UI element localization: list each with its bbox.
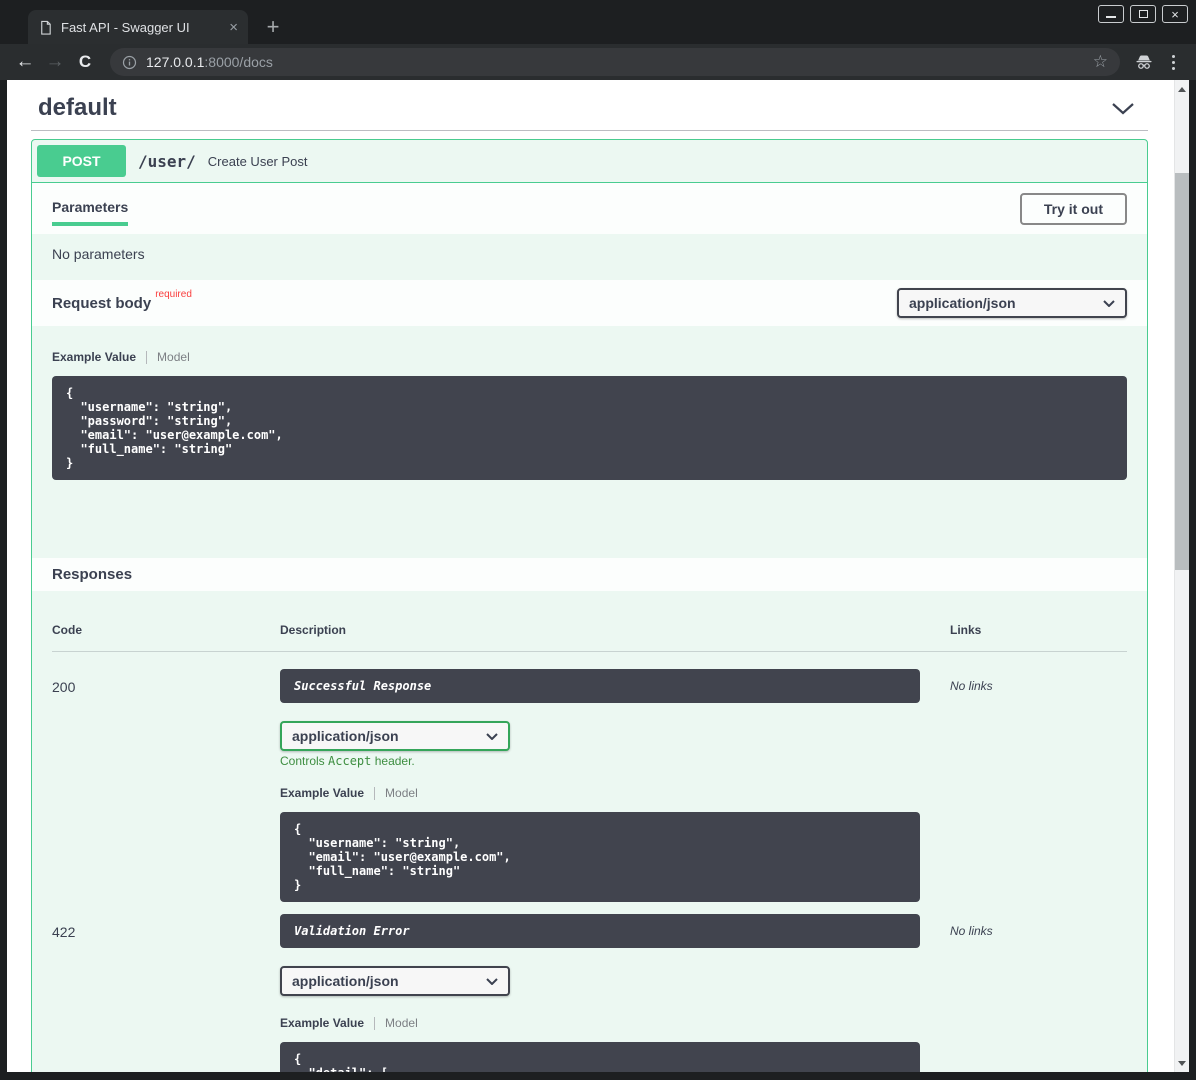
tab-example-value[interactable]: Example Value xyxy=(280,786,364,800)
response-code: 422 xyxy=(52,914,280,940)
response-example-json[interactable]: { "username": "string", "email": "user@e… xyxy=(280,812,920,902)
api-group-header[interactable]: default xyxy=(31,88,1148,130)
controls-accept-note: Controls Accept header. xyxy=(280,754,950,768)
back-icon: ← xyxy=(16,51,35,73)
no-parameters-text: No parameters xyxy=(32,234,1147,280)
scrollbar-thumb[interactable] xyxy=(1175,173,1189,570)
try-it-out-button[interactable]: Try it out xyxy=(1020,193,1127,225)
page-viewport: default POST /user/ Create User Post Par… xyxy=(7,80,1189,1072)
endpoint-summary[interactable]: POST /user/ Create User Post xyxy=(32,140,1147,183)
tab-parameters[interactable]: Parameters xyxy=(52,191,128,226)
document-icon xyxy=(38,20,53,35)
minimize-icon xyxy=(1106,16,1116,18)
browser-window: Fast API - Swagger UI × + × ← → C 127.0.… xyxy=(0,0,1196,1080)
response-description-cell: Validation Error application/json Exampl… xyxy=(280,914,950,1072)
request-body-title: Request bodyrequired xyxy=(52,294,192,312)
request-body-header: Request bodyrequired application/json xyxy=(32,280,1147,326)
request-media-type-select[interactable]: application/json xyxy=(897,288,1127,318)
reload-icon: C xyxy=(79,52,91,72)
minimize-button[interactable] xyxy=(1098,5,1124,23)
scroll-down-arrow-icon[interactable] xyxy=(1175,1056,1189,1070)
reload-button[interactable]: C xyxy=(70,47,100,77)
bookmark-star-icon[interactable]: ☆ xyxy=(1093,52,1108,72)
browser-tab[interactable]: Fast API - Swagger UI × xyxy=(28,10,248,44)
tab-example-value[interactable]: Example Value xyxy=(52,350,136,364)
url-bar[interactable]: 127.0.0.1:8000/docs ☆ xyxy=(110,48,1120,76)
responses-title: Responses xyxy=(52,566,132,583)
tab-model[interactable]: Model xyxy=(157,350,190,364)
scroll-up-arrow-icon[interactable] xyxy=(1175,82,1189,96)
request-body-content: Example Value Model { "username": "strin… xyxy=(32,326,1147,558)
tab-divider xyxy=(146,351,147,364)
response-description-cell: Successful Response application/json Con… xyxy=(280,669,950,902)
forward-icon: → xyxy=(46,51,65,73)
window-controls: × xyxy=(1098,5,1188,23)
example-model-tabs: Example Value Model xyxy=(280,1016,950,1030)
info-icon[interactable] xyxy=(122,55,137,70)
maximize-icon xyxy=(1139,10,1148,18)
parameters-header: Parameters Try it out xyxy=(32,183,1147,234)
forward-button[interactable]: → xyxy=(40,47,70,77)
tab-example-value[interactable]: Example Value xyxy=(280,1016,364,1030)
responses-table: Code Description Links 200 Successful Re… xyxy=(32,591,1147,1072)
tab-divider xyxy=(374,1017,375,1030)
response-example-json[interactable]: { "detail": [ xyxy=(280,1042,920,1072)
example-model-tabs: Example Value Model xyxy=(280,786,950,800)
page-scrollbar[interactable] xyxy=(1174,80,1189,1072)
browser-menu-button[interactable] xyxy=(1160,55,1186,70)
column-code: Code xyxy=(52,623,280,637)
close-icon: × xyxy=(1171,8,1179,21)
tab-model[interactable]: Model xyxy=(385,1016,418,1030)
response-description: Validation Error xyxy=(280,914,920,948)
response-description: Successful Response xyxy=(280,669,920,703)
response-code: 200 xyxy=(52,669,280,695)
required-badge: required xyxy=(155,289,192,300)
maximize-button[interactable] xyxy=(1130,5,1156,23)
response-row-200: 200 Successful Response application/json… xyxy=(52,652,1127,902)
response-links: No links xyxy=(950,914,1127,938)
tab-close-icon[interactable]: × xyxy=(229,20,238,35)
response-row-422: 422 Validation Error application/json xyxy=(52,902,1127,1072)
example-model-tabs: Example Value Model xyxy=(52,350,1127,364)
tab-title: Fast API - Swagger UI xyxy=(61,20,221,35)
tab-divider xyxy=(374,787,375,800)
url-text[interactable]: 127.0.0.1:8000/docs xyxy=(146,54,1093,70)
new-tab-button[interactable]: + xyxy=(258,12,288,42)
column-description: Description xyxy=(280,623,950,637)
http-method-badge: POST xyxy=(37,145,126,177)
endpoint-path: /user/ xyxy=(138,152,196,171)
chevron-down-icon xyxy=(1103,300,1115,307)
tab-model[interactable]: Model xyxy=(385,786,418,800)
api-group-title: default xyxy=(38,94,117,122)
back-button[interactable]: ← xyxy=(10,47,40,77)
responses-header: Responses xyxy=(32,558,1147,591)
chevron-down-icon[interactable] xyxy=(1110,101,1136,116)
response-media-type-select[interactable]: application/json xyxy=(280,966,510,996)
chevron-down-icon xyxy=(486,978,498,985)
group-divider xyxy=(31,130,1148,131)
endpoint-summary-text: Create User Post xyxy=(208,154,308,169)
response-media-type-select[interactable]: application/json xyxy=(280,721,510,751)
tab-strip: Fast API - Swagger UI × + × xyxy=(0,0,1196,44)
close-button[interactable]: × xyxy=(1162,5,1188,23)
chevron-down-icon xyxy=(486,733,498,740)
browser-toolbar: ← → C 127.0.0.1:8000/docs ☆ xyxy=(0,44,1196,80)
incognito-icon xyxy=(1128,52,1160,72)
response-links: No links xyxy=(950,669,1127,693)
request-body-example-json[interactable]: { "username": "string", "password": "str… xyxy=(52,376,1127,480)
column-links: Links xyxy=(950,623,1127,637)
swagger-page: default POST /user/ Create User Post Par… xyxy=(7,80,1174,1072)
endpoint-block: POST /user/ Create User Post Parameters … xyxy=(31,139,1148,1072)
responses-table-head: Code Description Links xyxy=(52,623,1127,652)
